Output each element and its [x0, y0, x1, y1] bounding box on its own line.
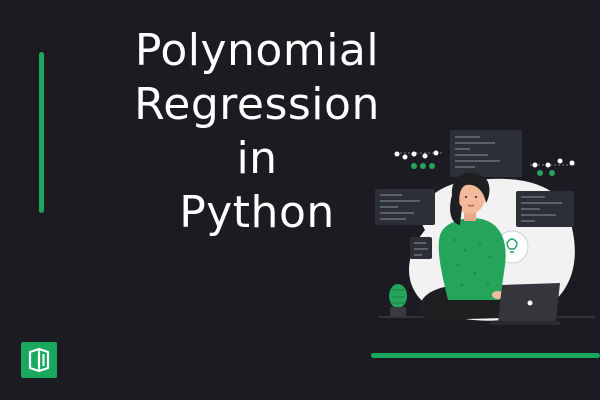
cactus-icon	[389, 284, 407, 316]
code-panel-small	[410, 237, 432, 259]
code-panel-left	[375, 189, 435, 225]
code-panel-top	[450, 130, 522, 177]
brand-logo-icon	[21, 342, 57, 378]
title-line-1: Polynomial	[134, 25, 380, 76]
code-panel-right	[516, 191, 574, 227]
accent-bar-horizontal	[371, 353, 600, 358]
node-cluster-right	[532, 158, 575, 176]
developer-illustration	[375, 130, 595, 325]
accent-bar-vertical	[39, 52, 44, 213]
title-line-2: Regression	[134, 79, 380, 130]
